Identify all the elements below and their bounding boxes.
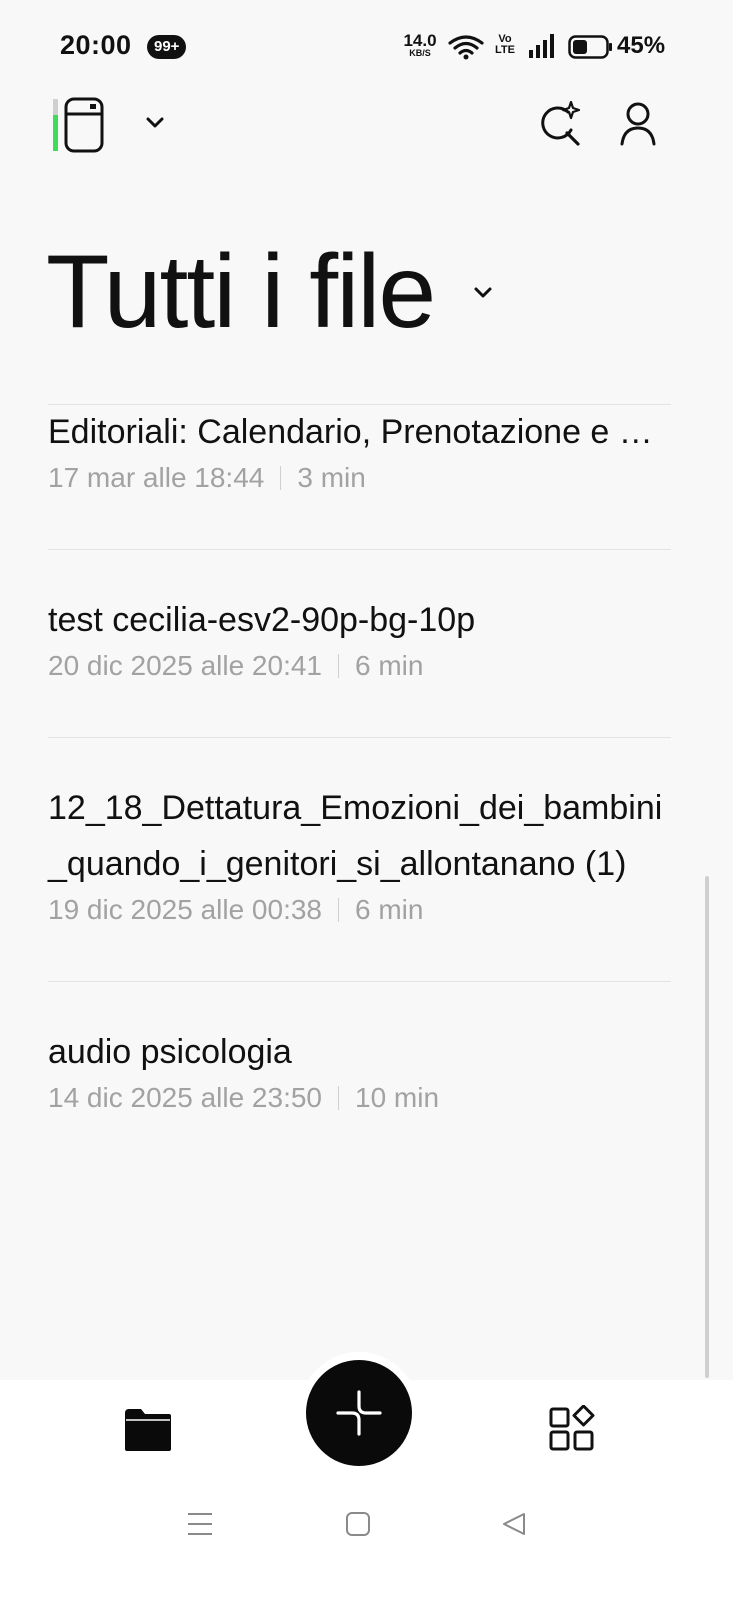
file-date: 17 mar alle 18:44 (48, 462, 265, 493)
top-app-bar (0, 92, 733, 162)
scrollbar[interactable] (705, 876, 709, 1378)
file-duration: 10 min (355, 1082, 440, 1113)
file-duration: 3 min (297, 462, 366, 493)
battery-icon (568, 35, 614, 64)
list-item[interactable]: Editoriali: Calendario, Prenotazione e …… (48, 404, 671, 550)
file-duration: 6 min (355, 894, 424, 925)
file-meta: 14 dic 2025 alle 23:50 10 min (48, 1082, 671, 1114)
meta-separator (338, 898, 339, 922)
meta-separator (338, 654, 339, 678)
list-item[interactable]: 12_18_Dettatura_Emozioni_dei_bambini_qua… (48, 737, 671, 982)
wifi-icon (448, 34, 484, 65)
net-speed: 14.0 KB/S (402, 32, 438, 58)
chevron-down-icon[interactable] (472, 284, 494, 307)
bottom-nav (0, 1352, 733, 1480)
new-recording-button[interactable] (306, 1360, 412, 1466)
meta-separator (338, 1086, 339, 1110)
net-speed-unit: KB/S (409, 48, 431, 58)
meta-separator (280, 466, 282, 490)
signal-icon (528, 34, 556, 63)
list-item[interactable]: audio psicologia 14 dic 2025 alle 23:50 1… (48, 981, 671, 1170)
system-nav-bar (0, 1480, 733, 1600)
file-date: 20 dic 2025 alle 20:41 (48, 650, 322, 681)
file-name: test cecilia-esv2-90p-bg-10p (48, 601, 476, 639)
file-duration: 6 min (355, 650, 424, 681)
home-icon[interactable] (344, 1510, 372, 1543)
page-title: Tutti i file (46, 234, 436, 350)
volte-bottom: LTE (495, 44, 515, 56)
battery-percent: 45% (617, 32, 666, 59)
net-speed-value: 14.0 (403, 31, 437, 50)
file-meta: 17 mar alle 18:44 3 min (48, 462, 671, 494)
status-time: 20:00 (60, 30, 132, 60)
file-date: 14 dic 2025 alle 23:50 (48, 1082, 322, 1113)
apps-grid-icon[interactable] (548, 1404, 598, 1458)
sparkle-plus-icon (336, 1390, 382, 1436)
page-title-wrap[interactable]: Tutti i file (46, 232, 436, 352)
status-bar: 20:00 99+ 14.0 KB/S Vo LTE 45% (0, 0, 733, 92)
file-meta: 20 dic 2025 alle 20:41 6 min (48, 650, 671, 682)
chevron-down-icon[interactable] (142, 112, 168, 137)
app-logo-icon[interactable] (50, 97, 106, 158)
file-name: Editoriali: Calendario, Prenotazione e … (48, 413, 653, 451)
profile-icon[interactable] (618, 100, 658, 153)
file-meta: 19 dic 2025 alle 00:38 6 min (48, 894, 671, 926)
folder-icon[interactable] (123, 1405, 173, 1458)
file-date: 19 dic 2025 alle 00:38 (48, 894, 322, 925)
sparkle-search-icon[interactable] (538, 100, 582, 153)
battery-fill (573, 40, 587, 54)
menu-icon[interactable] (186, 1510, 214, 1543)
list-item[interactable]: test cecilia-esv2-90p-bg-10p 20 dic 2025… (48, 549, 671, 738)
file-name: audio psicologia (48, 1033, 292, 1071)
file-name: 12_18_Dettatura_Emozioni_dei_bambini_qua… (48, 789, 663, 883)
volte-indicator: Vo LTE (492, 34, 518, 56)
back-icon[interactable] (500, 1510, 528, 1543)
notification-badge: 99+ (147, 35, 187, 59)
